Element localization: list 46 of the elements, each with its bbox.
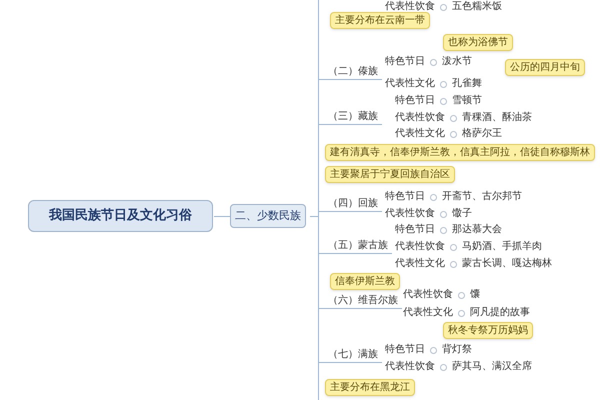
topic-label[interactable]: 代表性文化 (385, 77, 435, 91)
topic-value[interactable]: 开斋节、古尔邦节 (442, 190, 522, 204)
callout-note: 建有清真寺，信奉伊斯兰教，信真主阿拉，信徒自称穆斯林 (325, 144, 595, 161)
topic-label[interactable]: 代表性饮食 (395, 240, 445, 254)
topic-value[interactable]: 馕 (470, 288, 480, 302)
topic-value[interactable]: 馓子 (452, 207, 472, 221)
topic-value[interactable]: 雪顿节 (452, 94, 482, 108)
topic-label[interactable]: 特色节日 (395, 94, 435, 108)
topic-label[interactable]: 代表性饮食 (403, 288, 453, 302)
topic-label[interactable]: 代表性饮食 (385, 0, 435, 14)
subtopic[interactable]: （七）满族 (319, 348, 382, 363)
topic-value[interactable]: 马奶酒、手抓羊肉 (462, 240, 542, 254)
topic-value[interactable]: 萨其马、满汉全席 (452, 360, 532, 374)
topic-label[interactable]: 代表性文化 (395, 257, 445, 271)
topic-label[interactable]: 特色节日 (385, 343, 425, 357)
topic-value[interactable]: 泼水节 (442, 55, 472, 69)
callout-note: 信奉伊斯兰教 (330, 273, 400, 290)
callout-note: 主要分布在云南一带 (330, 12, 430, 29)
topic-label[interactable]: 特色节日 (385, 55, 425, 69)
subtopic[interactable]: （二）傣族 (319, 65, 382, 80)
topic-value[interactable]: 那达慕大会 (452, 223, 502, 237)
branch-topic[interactable]: 二、少数民族 (230, 204, 306, 228)
subtopic[interactable]: （三）藏族 (319, 110, 382, 125)
root-topic[interactable]: 我国民族节日及文化习俗 (28, 200, 213, 232)
callout-note: 也称为浴佛节 (443, 34, 513, 51)
topic-value[interactable]: 格萨尔王 (462, 127, 502, 141)
callout-note: 秋冬专祭万历妈妈 (443, 322, 533, 339)
callout-note: 主要聚居于宁夏回族自治区 (325, 166, 455, 183)
topic-label[interactable]: 代表性文化 (403, 306, 453, 320)
topic-value[interactable]: 背灯祭 (442, 343, 472, 357)
subtopic[interactable]: （五）蒙古族 (319, 239, 392, 254)
topic-value[interactable]: 孔雀舞 (452, 77, 482, 91)
topic-value[interactable]: 青稞酒、酥油茶 (462, 111, 532, 125)
topic-label[interactable]: 特色节日 (385, 190, 425, 204)
topic-value[interactable]: 阿凡提的故事 (470, 306, 530, 320)
subtopic[interactable]: （六）维吾尔族 (319, 294, 402, 309)
callout-note: 主要分布在黑龙江 (325, 379, 415, 396)
topic-label[interactable]: 代表性饮食 (385, 360, 435, 374)
subtopic[interactable]: （四）回族 (319, 197, 382, 212)
topic-label[interactable]: 特色节日 (395, 223, 435, 237)
topic-value[interactable]: 五色糯米饭 (452, 0, 502, 14)
topic-label[interactable]: 代表性饮食 (395, 111, 445, 125)
callout-note: 公历的四月中旬 (505, 59, 585, 76)
topic-label[interactable]: 代表性饮食 (385, 207, 435, 221)
topic-label[interactable]: 代表性文化 (395, 127, 445, 141)
topic-value[interactable]: 蒙古长调、嘎达梅林 (462, 257, 552, 271)
